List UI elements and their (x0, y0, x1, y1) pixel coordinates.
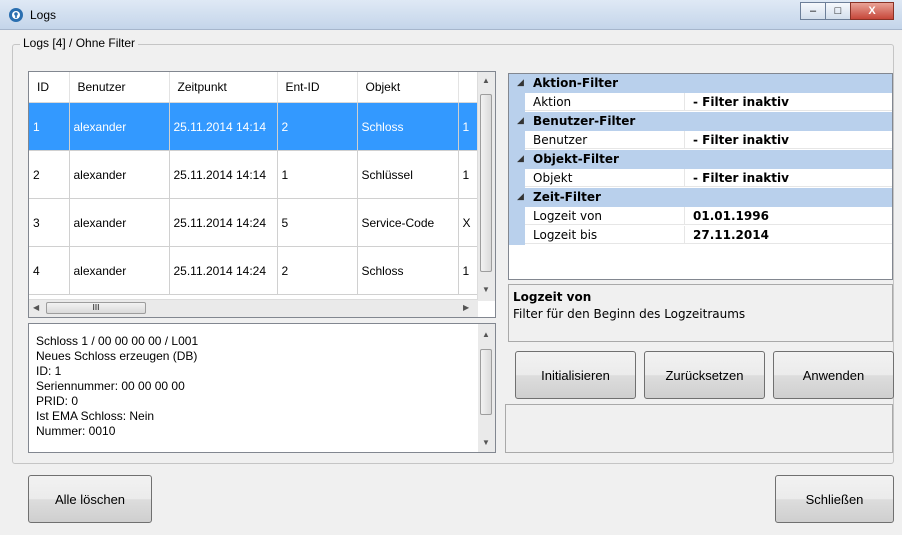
alle-loeschen-button[interactable]: Alle löschen (28, 475, 152, 523)
detail-line: PRID: 0 (36, 394, 79, 408)
cell-benutzer: alexander (69, 150, 170, 199)
anwenden-button[interactable]: Anwenden (773, 351, 894, 399)
property-value[interactable]: - Filter inaktiv (685, 169, 892, 187)
collapse-icon[interactable]: ◢ (517, 112, 524, 131)
detail-line: Ist EMA Schloss: Nein (36, 409, 155, 423)
cell-ent-id: 2 (277, 102, 358, 151)
help-title: Logzeit von (513, 290, 592, 304)
minimize-button[interactable]: – (800, 2, 826, 20)
cell-id: 3 (29, 198, 70, 247)
scroll-up-icon[interactable]: ▲ (482, 76, 490, 85)
title-bar: Logs – □ X (0, 0, 902, 30)
filter-property-grid[interactable]: ◢ Aktion-Filter Aktion - Filter inaktiv … (508, 73, 893, 280)
collapse-icon[interactable]: ◢ (517, 188, 524, 207)
property-name: Objekt (525, 169, 685, 187)
scroll-left-icon[interactable]: ◀ (33, 303, 39, 312)
cell-id: 1 (29, 102, 70, 151)
scroll-right-icon[interactable]: ▶ (463, 303, 469, 312)
maximize-button[interactable]: □ (825, 2, 851, 20)
cell-benutzer: alexander (69, 102, 170, 151)
column-header-benutzer[interactable]: Benutzer (69, 72, 170, 103)
status-panel (505, 404, 893, 453)
grid-vscroll-thumb[interactable] (480, 94, 492, 272)
column-header-objekt[interactable]: Objekt (357, 72, 459, 103)
detail-line: ID: 1 (36, 364, 62, 378)
property-name: Logzeit bis (525, 226, 685, 244)
cell-id: 4 (29, 246, 70, 295)
category-label: Benutzer-Filter (533, 114, 636, 128)
detail-line: Nummer: 0010 (36, 424, 116, 438)
initialisieren-button[interactable]: Initialisieren (515, 351, 636, 399)
category-objekt-filter[interactable]: ◢ Objekt-Filter (509, 150, 892, 169)
cell-ent-id: 2 (277, 246, 358, 295)
property-row-aktion[interactable]: Aktion - Filter inaktiv (509, 93, 892, 112)
property-row-benutzer[interactable]: Benutzer - Filter inaktiv (509, 131, 892, 150)
property-row-logzeit-von[interactable]: Logzeit von 01.01.1996 (509, 207, 892, 226)
category-label: Objekt-Filter (533, 152, 619, 166)
app-icon (9, 8, 23, 22)
property-value[interactable]: 01.01.1996 (685, 207, 892, 225)
detail-textbox[interactable]: Schloss 1 / 00 00 00 00 / L001 Neues Sch… (28, 323, 496, 453)
grid-hscroll-thumb[interactable]: III (46, 302, 146, 314)
cell-zeitpunkt: 25.11.2014 14:24 (169, 246, 278, 295)
detail-line: Neues Schloss erzeugen (DB) (36, 349, 198, 363)
cell-benutzer: alexander (69, 246, 170, 295)
property-name: Aktion (525, 93, 685, 111)
category-benutzer-filter[interactable]: ◢ Benutzer-Filter (509, 112, 892, 131)
collapse-icon[interactable]: ◢ (517, 150, 524, 169)
cell-objekt: Service-Code (357, 198, 459, 247)
grid-horizontal-scrollbar[interactable]: ◀ III ▶ (29, 299, 478, 317)
grid-header: ID Benutzer Zeitpunkt Ent-ID Objekt (29, 72, 495, 103)
table-row[interactable]: 3 alexander 25.11.2014 14:24 5 Service-C… (29, 198, 495, 247)
table-row[interactable]: 4 alexander 25.11.2014 14:24 2 Schloss 1 (29, 246, 495, 295)
close-button[interactable]: X (850, 2, 894, 20)
cell-ent-id: 5 (277, 198, 358, 247)
property-name: Logzeit von (525, 207, 685, 225)
log-grid[interactable]: ID Benutzer Zeitpunkt Ent-ID Objekt 1 al… (28, 71, 496, 318)
column-header-id[interactable]: ID (29, 72, 70, 103)
scroll-down-icon[interactable]: ▼ (482, 438, 490, 447)
property-row-logzeit-bis[interactable]: Logzeit bis 27.11.2014 (509, 226, 892, 245)
cell-zeitpunkt: 25.11.2014 14:14 (169, 150, 278, 199)
collapse-icon[interactable]: ◢ (517, 74, 524, 93)
detail-vscroll-thumb[interactable] (480, 349, 492, 415)
detail-line: Schloss 1 / 00 00 00 00 / L001 (36, 334, 199, 348)
table-row[interactable]: 1 alexander 25.11.2014 14:14 2 Schloss 1 (29, 102, 495, 151)
cell-objekt: Schloss (357, 246, 459, 295)
cell-benutzer: alexander (69, 198, 170, 247)
category-label: Zeit-Filter (533, 190, 601, 204)
scroll-down-icon[interactable]: ▼ (482, 285, 490, 294)
category-zeit-filter[interactable]: ◢ Zeit-Filter (509, 188, 892, 207)
cell-zeitpunkt: 25.11.2014 14:14 (169, 102, 278, 151)
grid-vertical-scrollbar[interactable]: ▲ ▼ (477, 72, 495, 301)
property-row-objekt[interactable]: Objekt - Filter inaktiv (509, 169, 892, 188)
help-description: Filter für den Beginn des Logzeitraums (513, 307, 746, 321)
group-label: Logs [4] / Ohne Filter (20, 36, 139, 50)
window-title: Logs (30, 8, 57, 22)
column-header-zeitpunkt[interactable]: Zeitpunkt (169, 72, 278, 103)
detail-vertical-scrollbar[interactable]: ▲ ▼ (478, 324, 495, 452)
table-row[interactable]: 2 alexander 25.11.2014 14:14 1 Schlüssel… (29, 150, 495, 199)
cell-id: 2 (29, 150, 70, 199)
schliessen-button[interactable]: Schließen (775, 475, 894, 523)
property-value[interactable]: 27.11.2014 (685, 226, 892, 244)
property-name: Benutzer (525, 131, 685, 149)
property-help-panel: Logzeit von Filter für den Beginn des Lo… (508, 284, 893, 342)
cell-objekt: Schloss (357, 102, 459, 151)
column-header-ent-id[interactable]: Ent-ID (277, 72, 358, 103)
property-value[interactable]: - Filter inaktiv (685, 131, 892, 149)
category-label: Aktion-Filter (533, 76, 619, 90)
scroll-up-icon[interactable]: ▲ (482, 330, 490, 339)
category-aktion-filter[interactable]: ◢ Aktion-Filter (509, 74, 892, 93)
zuruecksetzen-button[interactable]: Zurücksetzen (644, 351, 765, 399)
property-value[interactable]: - Filter inaktiv (685, 93, 892, 111)
detail-line: Seriennummer: 00 00 00 00 (36, 379, 185, 393)
cell-ent-id: 1 (277, 150, 358, 199)
cell-zeitpunkt: 25.11.2014 14:24 (169, 198, 278, 247)
cell-objekt: Schlüssel (357, 150, 459, 199)
